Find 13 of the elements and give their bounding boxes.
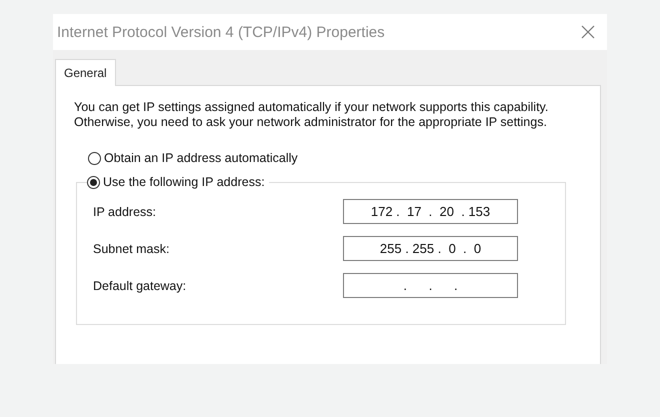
ip-address-field[interactable]: 255 . 255 . 0 . 0 — [343, 236, 518, 261]
radio-button[interactable] — [88, 152, 101, 164]
radio-option[interactable]: Obtain an IP address automatically — [88, 148, 582, 168]
ip-address-field[interactable]: . . . — [343, 273, 518, 298]
field-label: Subnet mask: — [93, 242, 170, 256]
field-label: Default gateway: — [93, 278, 188, 292]
field-label: IP address: — [93, 204, 158, 218]
tab[interactable]: General — [55, 59, 116, 86]
ip-address-field[interactable]: 172 . 17 . 20 . 153 — [343, 199, 518, 224]
description-text: You can get IP settings assigned automatically if your network supports this capability. Otherwise, you need to ask your network administrator for the appropriate IP settings. — [74, 100, 550, 130]
radio-button[interactable] — [87, 176, 100, 188]
window-title: Internet Protocol Version 4 (TCP/IPv4) Properties — [57, 24, 385, 40]
close-icon[interactable] — [581, 25, 595, 39]
